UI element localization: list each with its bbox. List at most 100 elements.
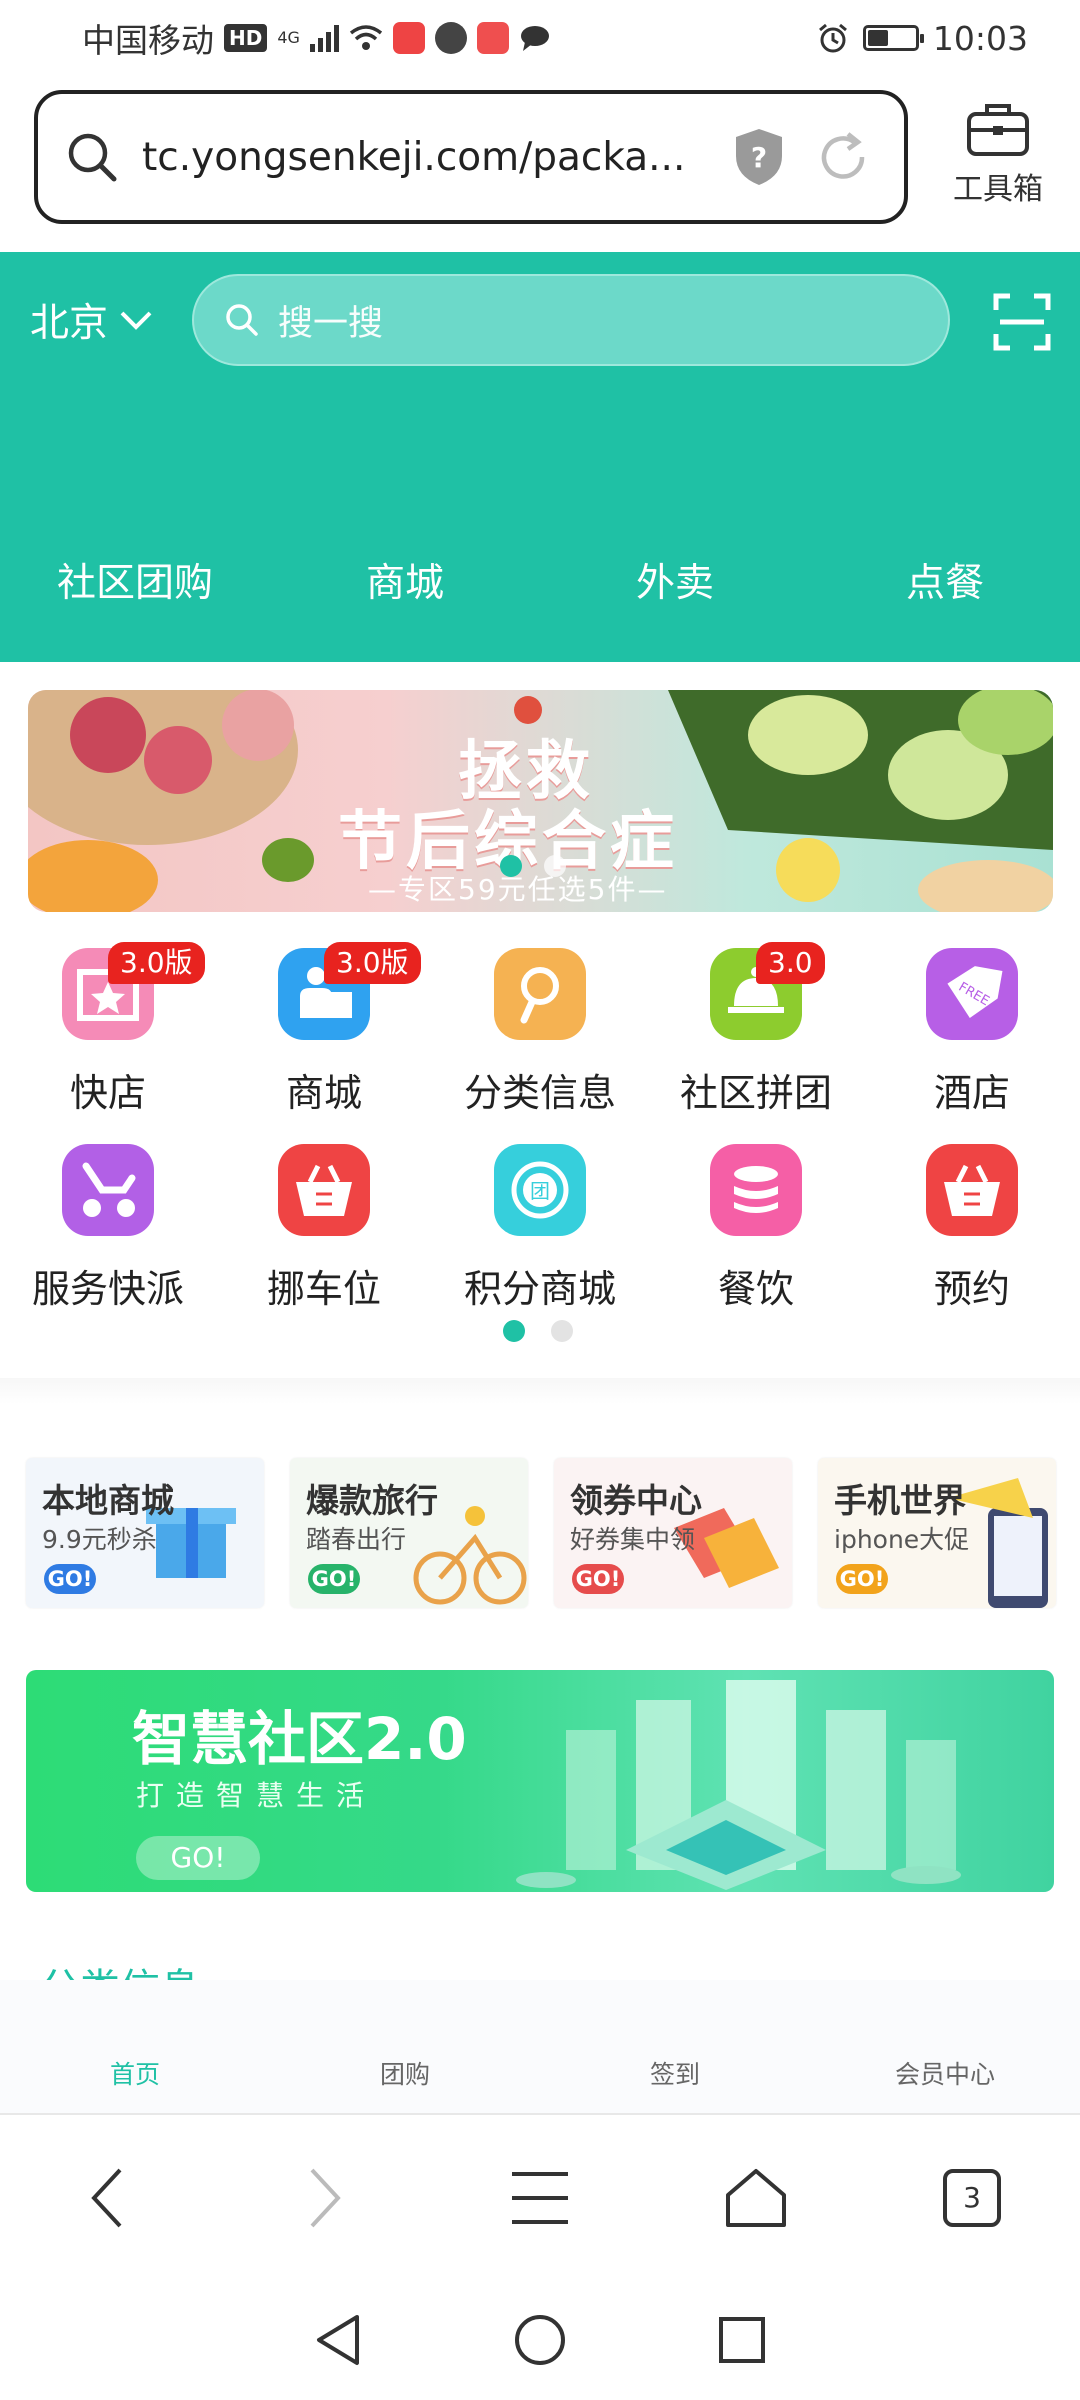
pagination-dot[interactable]	[544, 855, 566, 877]
category-item[interactable]: FREE 酒店	[864, 940, 1080, 1136]
book-app-icon	[392, 22, 425, 54]
menu-button[interactable]	[432, 2170, 648, 2226]
carrier-label: 中国移动	[82, 21, 214, 60]
category-item[interactable]: 团积分商城	[432, 1136, 648, 1332]
promo-card-title: 手机世界	[834, 1481, 966, 1520]
nav-item-mall[interactable]: 商城	[270, 552, 540, 608]
chevron-down-icon	[120, 311, 152, 330]
system-back-icon[interactable]	[313, 2313, 363, 2367]
category-label: 挪车位	[266, 1267, 381, 1311]
security-shield-icon[interactable]: ?	[732, 126, 786, 188]
nav-item-group-buy[interactable]: 社区团购	[0, 552, 270, 608]
promo-card-subtitle: 好券集中领	[570, 1525, 696, 1554]
search-input[interactable]: 搜一搜	[192, 274, 950, 366]
tabs-button[interactable]: 3	[864, 2168, 1080, 2228]
toolbox-button[interactable]: 工具箱	[938, 98, 1058, 228]
battery-icon	[862, 25, 924, 51]
reload-icon[interactable]	[814, 128, 872, 186]
address-bar[interactable]: tc.yongsenkeji.com/packa... ?	[34, 90, 908, 224]
svg-text:?: ?	[751, 141, 767, 174]
promo-go-button[interactable]: GO!	[308, 1564, 360, 1594]
search-icon	[226, 304, 258, 336]
smart-community-banner[interactable]: 智慧社区2.0 打造智慧生活 GO!	[26, 1670, 1054, 1892]
pagination-dot-active[interactable]	[500, 855, 522, 877]
category-item[interactable]: 商城 3.0版	[216, 940, 432, 1136]
network-label: 4G	[277, 28, 300, 47]
search-icon	[68, 133, 117, 182]
chevron-left-icon	[91, 2168, 122, 2227]
smart-title: 智慧社区2.0	[132, 1705, 467, 1773]
smart-go-button[interactable]: GO!	[136, 1836, 260, 1880]
category-item[interactable]: 社区拼团 3.0	[648, 940, 864, 1136]
browser-nav: 3	[0, 2115, 1080, 2280]
promo-card[interactable]: 爆款旅行踏春出行 GO!	[290, 1458, 528, 1608]
category-item[interactable]: 快店 3.0版	[0, 940, 216, 1136]
category-label: 服务快派	[31, 1267, 184, 1311]
version-badge: 3.0版	[324, 942, 421, 984]
version-badge: 3.0版	[108, 942, 205, 984]
nav-item-takeout[interactable]: 外卖	[540, 552, 810, 608]
category-item[interactable]: 分类信息	[432, 940, 648, 1136]
category-item[interactable]: 餐饮	[648, 1136, 864, 1332]
site-tabbar: 分类信息 首页 团购 签到 会员中心	[0, 1966, 1080, 2115]
promo-card-title: 爆款旅行	[306, 1481, 438, 1520]
scan-icon[interactable]	[992, 292, 1052, 352]
category-row-1: 快店 3.0版 商城 3.0版 分类信息 社区拼团 3.0 FREE 酒店	[0, 940, 1080, 1136]
basket-icon	[278, 1144, 370, 1236]
promo-go-button[interactable]: GO!	[572, 1564, 624, 1594]
pagination-dot[interactable]	[551, 1320, 573, 1342]
group-coin-icon: 团	[494, 1144, 586, 1236]
category-label: 积分商城	[463, 1267, 616, 1311]
promo-card-subtitle: 踏春出行	[306, 1525, 407, 1554]
version-badge: 3.0	[756, 942, 825, 984]
promo-card-title: 本地商城	[42, 1481, 174, 1520]
smart-subtitle: 打造智慧生活	[136, 1779, 377, 1812]
pagination-dot-active[interactable]	[503, 1320, 525, 1342]
home-button[interactable]	[648, 2167, 864, 2229]
stack-icon	[710, 1144, 802, 1236]
category-label: 预约	[933, 1267, 1010, 1311]
grid-pagination	[503, 1320, 573, 1342]
huawei-app-icon	[476, 22, 509, 54]
city-selector[interactable]: 北京	[30, 292, 154, 348]
category-item[interactable]: 预约	[864, 1136, 1080, 1332]
system-recents-icon[interactable]	[717, 2315, 767, 2365]
tab-check-in[interactable]: 签到	[540, 2055, 810, 2091]
promo-go-button[interactable]: GO!	[836, 1564, 888, 1594]
toolbox-icon	[967, 104, 1029, 156]
back-button[interactable]	[0, 2166, 216, 2230]
promo-card-subtitle: iphone大促	[834, 1525, 970, 1554]
promo-go-button[interactable]: GO!	[44, 1564, 96, 1594]
signal-icon	[309, 24, 339, 52]
promo-cards: 本地商城 9.9元秒杀 GO! 爆款旅行 踏春出行 GO! 领券中心 好券集中领 GO! 手机世界…	[26, 1458, 1056, 1608]
promo-card[interactable]: 领券中心 好券集中领 GO!	[554, 1458, 792, 1608]
category-label: 餐饮	[717, 1267, 794, 1311]
category-item[interactable]: 挪车位	[216, 1136, 432, 1332]
tag-free-icon: FREE	[926, 948, 1018, 1040]
section-heading-partial: 分类信息	[40, 1958, 200, 1980]
forward-button[interactable]	[216, 2166, 432, 2230]
tab-group-buy[interactable]: 团购	[270, 2055, 540, 2091]
section-divider	[0, 1378, 1080, 1404]
svg-text:团: 团	[530, 1179, 550, 1203]
header-nav: 社区团购 商城 外卖 点餐	[0, 552, 1080, 608]
category-label: 社区拼团	[679, 1071, 832, 1115]
status-bar: 中国移动 HD 4G 10:03	[0, 0, 1080, 76]
url-text[interactable]: tc.yongsenkeji.com/packa...	[142, 135, 702, 180]
promo-card[interactable]: 手机世界 iphone大促 GO!	[818, 1458, 1056, 1608]
promo-card-subtitle: 9.9元秒杀	[42, 1525, 157, 1554]
promo-banner[interactable]: 拯救 节后综合症 —专区59元任选5件—	[28, 690, 1053, 912]
category-item[interactable]: 服务快派	[0, 1136, 216, 1332]
system-home-icon[interactable]	[513, 2313, 567, 2367]
nav-item-order[interactable]: 点餐	[810, 552, 1080, 608]
scooter-icon	[62, 1144, 154, 1236]
hd-icon: HD	[224, 24, 268, 52]
promo-card[interactable]: 本地商城 9.9元秒杀 GO!	[26, 1458, 264, 1608]
search-placeholder: 搜一搜	[278, 303, 384, 344]
tab-member-center[interactable]: 会员中心	[810, 2055, 1080, 2091]
tab-home[interactable]: 首页	[0, 2055, 270, 2091]
system-nav	[0, 2280, 1080, 2400]
site-header: 北京 搜一搜 社区团购 商城 外卖 点餐	[0, 252, 1080, 662]
browser-address-row: tc.yongsenkeji.com/packa... ? 工具箱	[0, 76, 1080, 252]
chat-icon	[520, 26, 549, 51]
